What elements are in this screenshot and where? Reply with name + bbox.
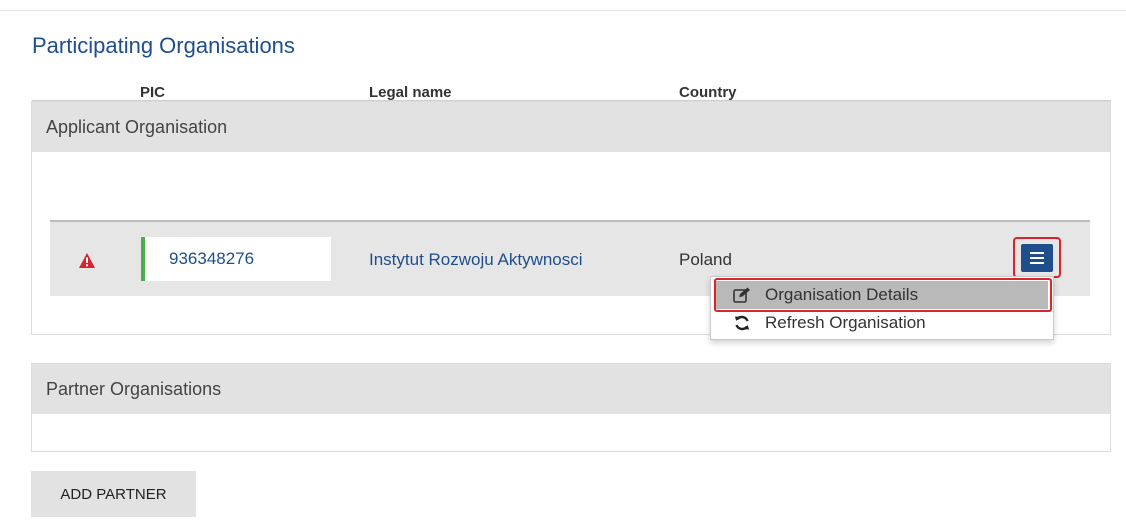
edit-icon [731,287,753,303]
partner-organisations-panel: Partner Organisations [31,363,1111,452]
applicant-panel-header: Applicant Organisation [32,102,1110,152]
menu-item-organisation-details[interactable]: Organisation Details [711,278,1053,312]
page-title: Participating Organisations [32,33,295,58]
menu-item-label: Refresh Organisation [765,313,926,332]
menu-button-highlight [1013,237,1061,278]
pic-value: 936348276 [169,249,255,268]
applicant-panel-title: Applicant Organisation [46,116,228,137]
warning-triangle-icon [79,253,95,273]
partner-panel-title: Partner Organisations [46,378,222,399]
top-divider [0,10,1126,11]
hamburger-menu-icon[interactable] [1021,244,1053,272]
column-header-country: Country [679,84,737,101]
legal-name-link[interactable]: Instytut Rozwoju Aktywnosci [369,250,583,270]
refresh-icon [731,315,753,331]
country-value: Poland [679,250,732,269]
add-partner-button[interactable]: ADD PARTNER [31,471,196,517]
column-header-legal-name: Legal name [369,84,452,101]
menu-item-refresh-organisation[interactable]: Refresh Organisation [711,309,1053,337]
partner-panel-header: Partner Organisations [32,364,1110,414]
organisation-actions-menu: Organisation Details Refresh Organisatio… [710,276,1054,340]
pic-field: 936348276 [141,237,331,281]
column-header-pic: PIC [140,84,166,101]
menu-item-label: Organisation Details [765,285,919,304]
